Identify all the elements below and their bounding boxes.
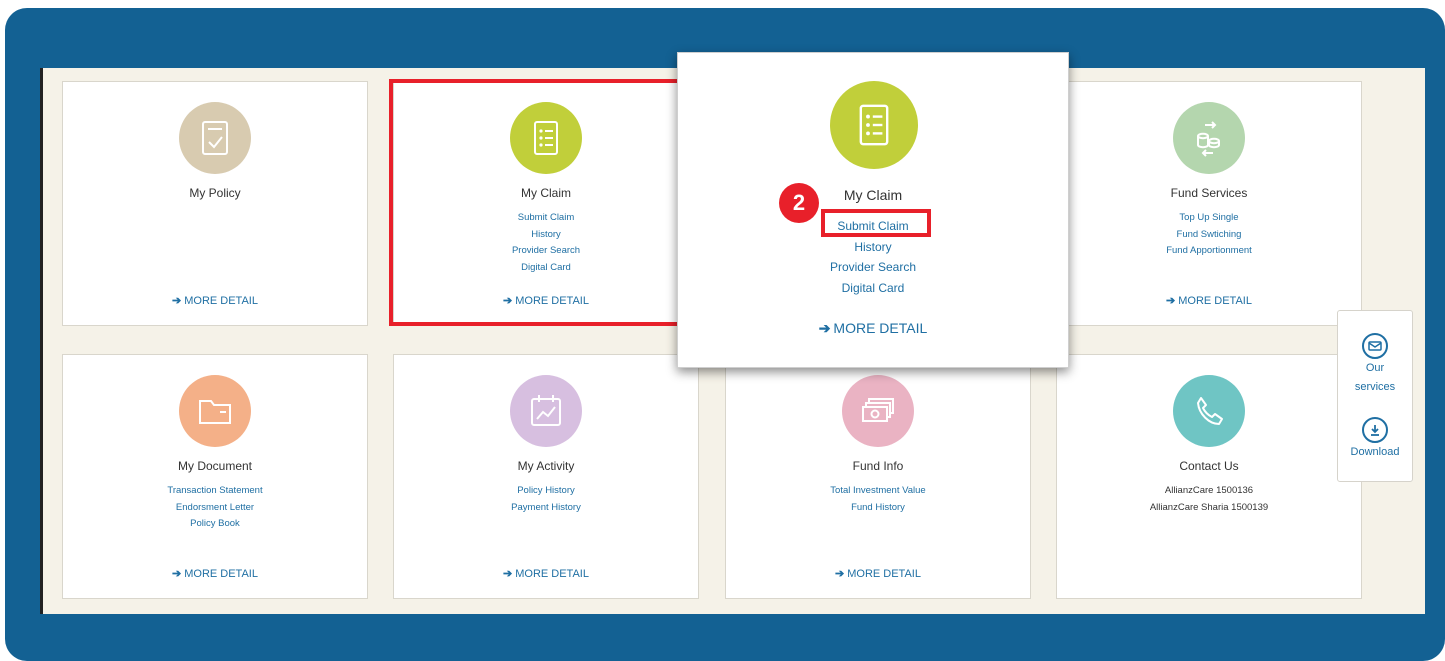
endorsment-letter-link[interactable]: Endorsment Letter [63, 500, 367, 517]
claim-list-icon [830, 81, 918, 169]
card-title: My Policy [189, 186, 241, 200]
step-number-badge: 2 [779, 183, 819, 223]
card-title: My Activity [517, 459, 575, 473]
folder-icon [179, 375, 251, 447]
top-up-single-link[interactable]: Top Up Single [1057, 210, 1361, 227]
more-detail-link[interactable]: ➔ MORE DETAIL [63, 567, 367, 580]
provider-search-link[interactable]: Provider Search [678, 257, 1068, 278]
submit-claim-highlight [821, 209, 931, 237]
payment-history-link[interactable]: Payment History [394, 500, 698, 517]
activity-chart-icon [510, 375, 582, 447]
floating-sidebar: Our services Download [1337, 310, 1413, 482]
more-detail-link[interactable]: ➔ MORE DETAIL [726, 567, 1030, 580]
card-links: Transaction Statement Endorsment Letter … [63, 483, 367, 533]
policy-book-link[interactable]: Policy Book [63, 516, 367, 533]
card-links: Top Up Single Fund Swtiching Fund Apport… [1057, 210, 1361, 260]
policy-document-icon [179, 102, 251, 174]
card-title: My Document [177, 459, 253, 473]
more-detail-link[interactable]: ➔ MORE DETAIL [1057, 294, 1361, 307]
transaction-statement-link[interactable]: Transaction Statement [63, 483, 367, 500]
history-link[interactable]: History [678, 237, 1068, 258]
policy-history-link[interactable]: Policy History [394, 483, 698, 500]
card-my-document[interactable]: My Document Transaction Statement Endors… [62, 354, 368, 599]
digital-card-link[interactable]: Digital Card [678, 278, 1068, 299]
card-fund-services[interactable]: Fund Services Top Up Single Fund Swtichi… [1056, 81, 1362, 326]
more-detail-link[interactable]: ➔ MORE DETAIL [63, 294, 367, 307]
card-title: Fund Info [852, 459, 904, 473]
download-label: Download [1350, 446, 1400, 458]
card-fund-info[interactable]: Fund Info Total Investment Value Fund Hi… [725, 354, 1031, 599]
my-claim-highlight [389, 79, 693, 326]
card-my-policy[interactable]: My Policy ➔ MORE DETAIL [62, 81, 368, 326]
fund-history-link[interactable]: Fund History [726, 500, 1030, 517]
card-my-activity[interactable]: My Activity Policy History Payment Histo… [393, 354, 699, 599]
card-links: Total Investment Value Fund History [726, 483, 1030, 516]
card-title: Fund Services [1170, 186, 1248, 200]
total-investment-value-link[interactable]: Total Investment Value [726, 483, 1030, 500]
allianzcare-sharia-number: AllianzCare Sharia 1500139 [1149, 501, 1269, 513]
more-detail-link[interactable]: ➔ MORE DETAIL [394, 567, 698, 580]
card-links: AllianzCare 1500136 AllianzCare Sharia 1… [1057, 483, 1361, 516]
popup-title: My Claim [843, 187, 903, 203]
card-title: Contact Us [1179, 459, 1239, 473]
fund-apportionment-link[interactable]: Fund Apportionment [1057, 243, 1361, 260]
our-services-label-2: services [1354, 381, 1396, 393]
money-icon [842, 375, 914, 447]
phone-icon [1173, 375, 1245, 447]
our-services-button[interactable]: Our services [1338, 333, 1412, 397]
fund-switching-link[interactable]: Fund Swtiching [1057, 227, 1361, 244]
download-icon [1362, 417, 1388, 443]
fund-coins-icon [1173, 102, 1245, 174]
content-edge [40, 68, 43, 614]
my-claim-zoom-popup: My Claim Submit Claim History Provider S… [677, 52, 1069, 368]
our-services-label-1: Our [1365, 362, 1385, 374]
more-detail-link[interactable]: ➔ MORE DETAIL [678, 320, 1068, 337]
card-links: Policy History Payment History [394, 483, 698, 516]
download-button[interactable]: Download [1338, 417, 1412, 462]
allianzcare-number: AllianzCare 1500136 [1164, 485, 1254, 496]
mail-icon [1362, 333, 1388, 359]
card-contact-us[interactable]: Contact Us AllianzCare 1500136 AllianzCa… [1056, 354, 1362, 599]
